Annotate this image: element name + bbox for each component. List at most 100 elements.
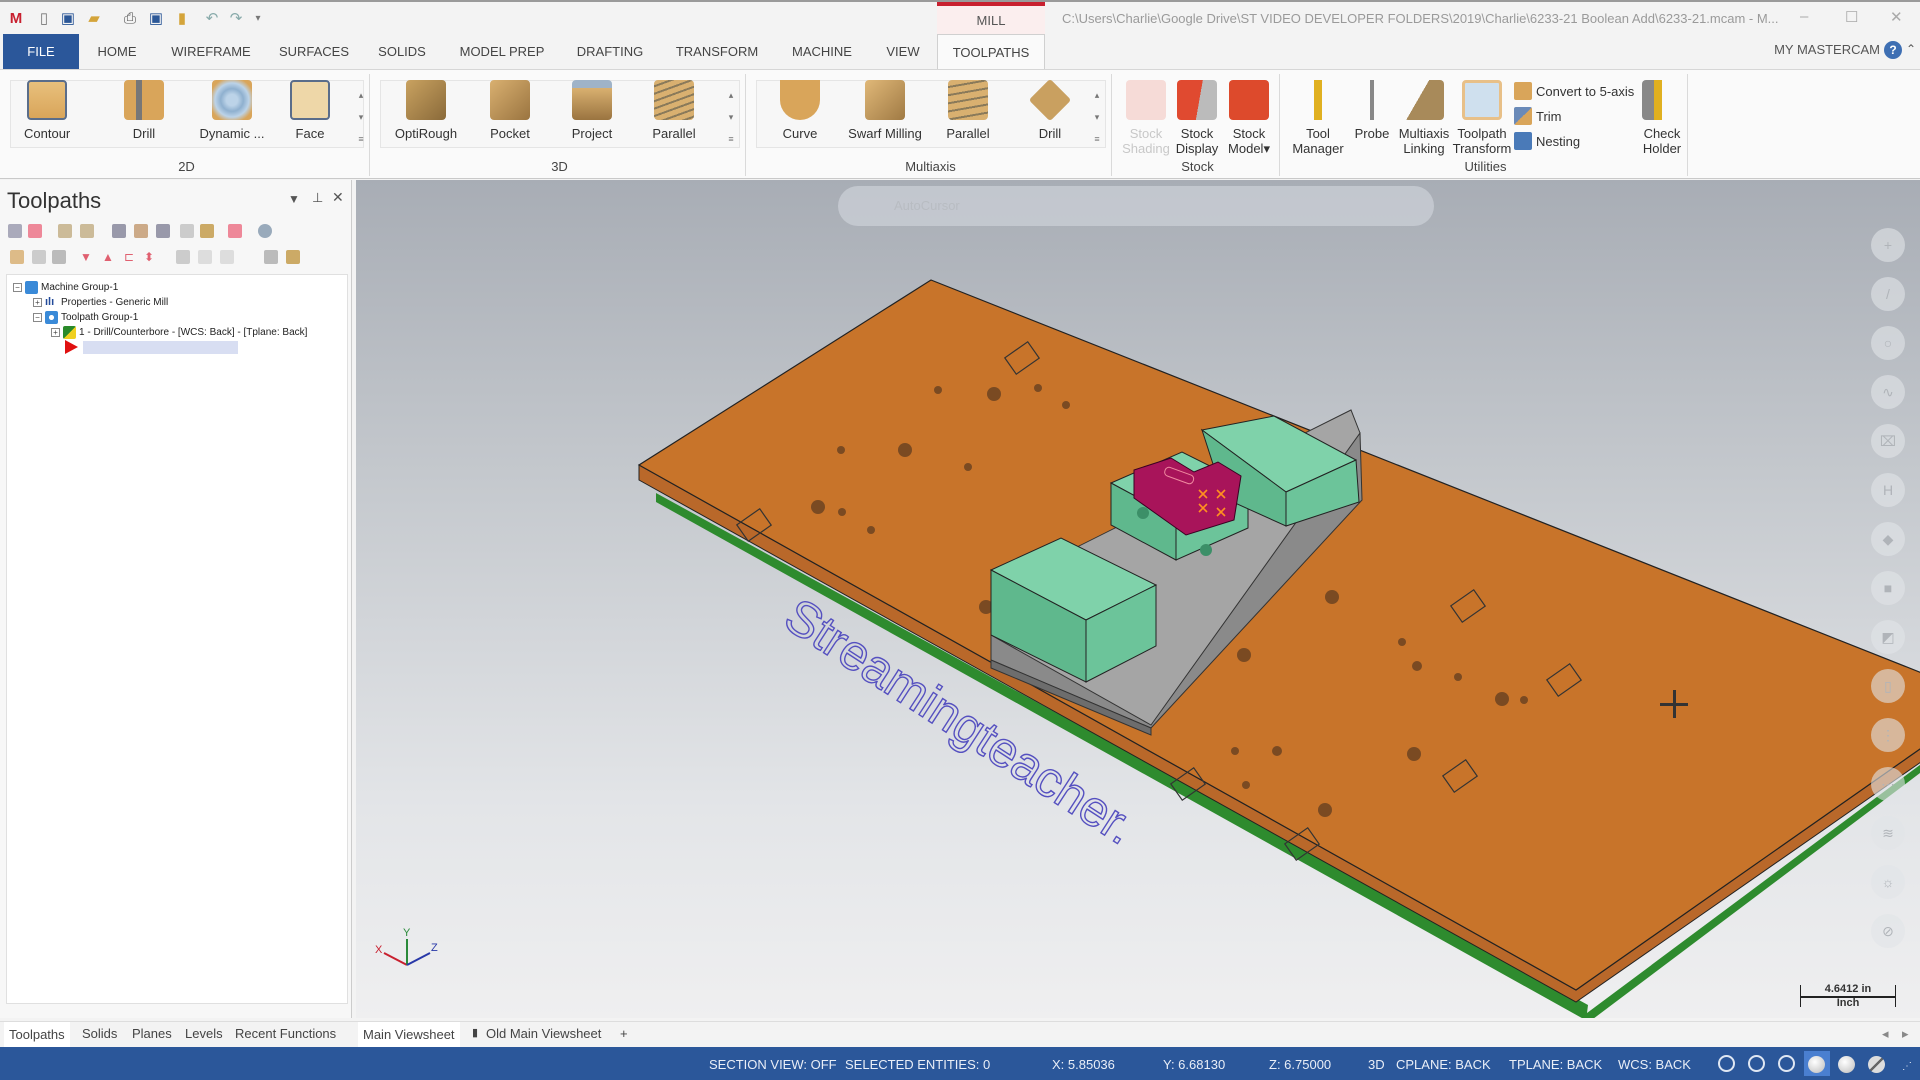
surface-icon[interactable]: ◆ [1871,522,1905,556]
project-button[interactable]: Project [564,80,620,141]
tab-machine[interactable]: MACHINE [786,34,858,69]
close-button[interactable]: ✕ [1890,8,1903,26]
sum-icon[interactable] [264,250,278,264]
convert-5axis-button[interactable]: Convert to 5-axis [1514,82,1634,100]
tab-toolpaths[interactable]: TOOLPATHS [937,34,1045,69]
panel-tab-recent-functions[interactable]: Recent Functions [235,1026,336,1041]
nesting-button[interactable]: Nesting [1514,132,1580,150]
tab-view[interactable]: VIEW [878,34,928,69]
select-all-icon[interactable] [8,224,22,238]
maximize-button[interactable]: ☐ [1845,8,1858,26]
tab-surfaces[interactable]: SURFACES [276,34,352,69]
verify-icon[interactable] [134,224,148,238]
post-toggle-icon[interactable] [52,250,66,264]
toggle-display-icon[interactable] [32,250,46,264]
optirough-button[interactable]: OptiRough [388,80,464,141]
hidden-line-icon[interactable] [1748,1055,1765,1072]
display-options-icon[interactable] [220,250,234,264]
settings-icon[interactable]: ☼ [1871,865,1905,899]
panel-menu-icon[interactable]: ▼ [288,192,300,206]
check-holder-button[interactable]: Check Holder [1632,80,1692,156]
graphics-viewport[interactable]: Streamingteacher. AutoCursor + / ○ ∿ ⌧ H… [356,180,1920,1018]
probe-button[interactable]: Probe [1350,80,1394,141]
panel-tab-solids[interactable]: Solids [82,1026,117,1041]
regen-dirty-icon[interactable] [80,224,94,238]
solid-boolean-icon[interactable]: ◩ [1871,620,1905,654]
tree-node-machine-group[interactable]: − Machine Group-1 [13,281,118,294]
cplane-status[interactable]: CPLANE: BACK [1396,1057,1491,1072]
solid-icon[interactable]: ■ [1871,571,1905,605]
help-icon[interactable]: ? [1884,41,1902,59]
drill-button[interactable]: Drill [122,80,166,141]
stock-model-button[interactable]: Stock Model▾ [1222,80,1276,156]
toolpath-transform-button[interactable]: Toolpath Transform [1450,80,1514,156]
folder-icon[interactable]: ▮ [172,8,192,28]
panel-close-icon[interactable]: ✕ [332,189,344,206]
curve-button[interactable]: Curve [772,80,828,141]
tab-drafting[interactable]: DRAFTING [572,34,648,69]
viewsheet-old-main[interactable]: Old Main Viewsheet [486,1026,601,1041]
rectangle-icon[interactable]: ⌧ [1871,424,1905,458]
save-as-icon[interactable]: ▣ [146,8,166,28]
regen-all-icon[interactable] [58,224,72,238]
translucency-icon[interactable] [1868,1056,1885,1073]
insert-arrow-marker[interactable] [65,340,78,354]
contour-button[interactable]: Contour [24,80,70,141]
tree-node-properties[interactable]: + ılı Properties - Generic Mill [33,296,168,309]
viewsheet-main[interactable]: Main Viewsheet [358,1022,460,1048]
stock-display-button[interactable]: Stock Display [1172,80,1222,156]
panel-tab-planes[interactable]: Planes [132,1026,172,1041]
open-icon[interactable]: ▰ [84,8,104,28]
swarf-milling-button[interactable]: Swarf Milling [840,80,930,141]
undo-icon[interactable]: ↶ [202,8,222,28]
section-view-status[interactable]: SECTION VIEW: OFF [709,1057,837,1072]
deselect-icon[interactable] [28,224,42,238]
tab-solids[interactable]: SOLIDS [372,34,432,69]
tree-node-operation-1[interactable]: +1 - Drill/Counterbore - [WCS: Back] - [… [51,326,307,339]
parallel-multiaxis-button[interactable]: Parallel [940,80,996,141]
tab-transform[interactable]: TRANSFORM [670,34,764,69]
filter-icon[interactable] [286,250,300,264]
customize-icon[interactable]: ▾ [248,8,268,28]
save-icon[interactable]: ▣ [58,8,78,28]
pocket-button[interactable]: Pocket [482,80,538,141]
shaded-with-edges-icon[interactable] [1808,1056,1825,1073]
collapse-ribbon-icon[interactable]: ⌃ [1906,42,1916,56]
autocursor-label[interactable]: AutoCursor [894,198,960,213]
wireframe-display-icon[interactable] [1718,1055,1735,1072]
tree-node-toolpath-group[interactable]: − Toolpath Group-1 [33,311,138,324]
panel-tab-toolpaths[interactable]: Toolpaths [4,1022,70,1048]
minimize-button[interactable]: – [1800,8,1808,25]
axis-icon[interactable] [200,224,214,238]
mode-2d-3d[interactable]: 3D [1368,1057,1385,1072]
levels-icon[interactable]: ≋ [1871,816,1905,850]
gallery-multiaxis-scroll[interactable]: ▴ ▾ ≡ [1090,84,1104,150]
scroll-right-icon[interactable]: ▸ [1902,1026,1909,1042]
tab-wireframe[interactable]: WIREFRAME [166,34,256,69]
gallery-3d-scroll[interactable]: ▴ ▾ ≡ [724,84,738,150]
stock-shading-button[interactable]: Stock Shading [1122,80,1170,156]
tab-model-prep[interactable]: MODEL PREP [454,34,550,69]
panel-tab-levels[interactable]: Levels [185,1026,223,1041]
gallery-2d-scroll[interactable]: ▴ ▾ ≡ [354,84,368,150]
my-mastercam-link[interactable]: MY MASTERCAM [1774,42,1880,57]
analyze-icon[interactable]: ▯ [1871,669,1905,703]
tplane-status[interactable]: TPLANE: BACK [1509,1057,1602,1072]
backplot-icon[interactable] [112,224,126,238]
select-op-icon[interactable] [176,250,190,264]
trim-button[interactable]: Trim [1514,107,1562,125]
point-icon[interactable]: + [1871,228,1905,262]
clear-colors-icon[interactable]: ⊘ [1871,914,1905,948]
tab-home[interactable]: HOME [90,34,144,69]
insert-arrow-icon[interactable]: ⊏ [124,250,138,264]
face-button[interactable]: Face [288,80,332,141]
drill-multiaxis-button[interactable]: Drill [1022,78,1078,141]
move-down-icon[interactable]: ▼ [80,250,94,264]
line-icon[interactable]: / [1871,277,1905,311]
new-icon[interactable]: ▯ [34,8,54,28]
dynamic-button[interactable]: Dynamic ... [194,80,270,141]
z-coordinate[interactable]: Z: 6.75000 [1269,1057,1331,1072]
scroll-arrow-icon[interactable]: ⬍ [144,250,158,264]
help-panel-icon[interactable] [258,224,272,238]
tab-file[interactable]: FILE [3,34,79,69]
